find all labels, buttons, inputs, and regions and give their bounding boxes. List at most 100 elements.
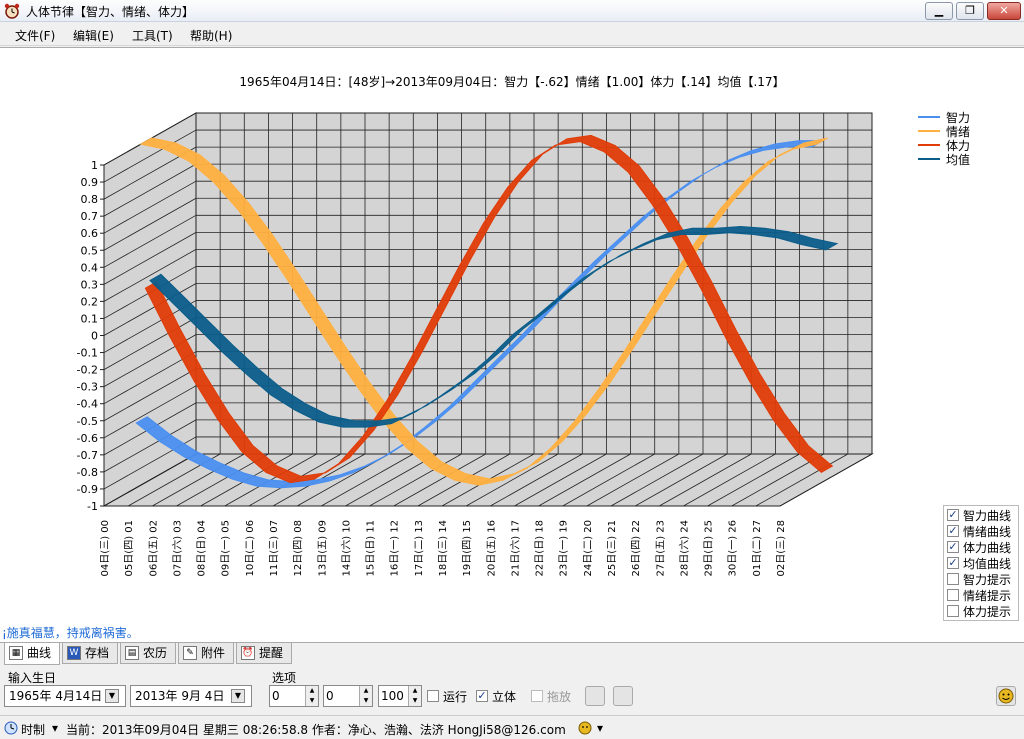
x-tick-label: 20日(五) 16 <box>486 520 497 576</box>
legend-label: 均值 <box>946 153 971 167</box>
checkbox[interactable] <box>531 690 543 702</box>
option-average-curve[interactable]: ✓ 均值曲线 <box>947 555 1019 571</box>
clock-mode-label[interactable]: 时制 <box>21 721 45 738</box>
tab-archive[interactable]: W 存档 <box>62 643 118 664</box>
y-tick-label: 1 <box>91 159 98 172</box>
spin-input-2[interactable]: 0 ▲ ▼ <box>323 685 373 707</box>
maximize-button[interactable]: ❐ <box>956 2 984 20</box>
option-emotion-curve[interactable]: ✓ 情绪曲线 <box>947 523 1019 539</box>
stereo-checkbox[interactable]: ✓ 立体 <box>476 688 520 704</box>
checkbox[interactable] <box>947 589 959 601</box>
x-tick-label: 06日(五) 02 <box>148 520 159 576</box>
alarm-clock-icon: ⏰ <box>241 646 255 660</box>
birth-group-label: 输入生日 <box>8 671 57 685</box>
menu-bar: 文件(F) 编辑(E) 工具(T) 帮助(H) <box>0 22 1024 46</box>
x-tick-label: 04日(三) 00 <box>100 520 111 576</box>
spin-input-3[interactable]: 100 ▲ ▼ <box>378 685 422 707</box>
y-tick-label: 0.1 <box>81 312 99 325</box>
checkbox[interactable] <box>947 605 959 617</box>
option-physical-curve[interactable]: ✓ 体力曲线 <box>947 539 1019 555</box>
toolbar-button-2[interactable] <box>613 686 633 706</box>
y-tick-label: 0.7 <box>81 210 99 223</box>
legend-swatch <box>918 116 940 118</box>
spin-input-1[interactable]: 0 ▲ ▼ <box>269 685 319 707</box>
x-tick-label: 01日(二) 27 <box>752 520 763 576</box>
emoji-icon[interactable] <box>996 686 1016 706</box>
checkbox[interactable]: ✓ <box>947 509 959 521</box>
tab-curve[interactable]: ▦ 曲线 <box>4 643 60 665</box>
birth-date-picker[interactable]: 1965年 4月14日 ▼ <box>4 685 126 707</box>
minimize-button[interactable]: ▁ <box>925 2 953 20</box>
y-tick-label: -0.4 <box>77 398 98 411</box>
y-tick-label: 0.6 <box>81 227 99 240</box>
x-tick-label: 07日(六) 03 <box>171 520 183 576</box>
checkbox[interactable]: ✓ <box>476 690 488 702</box>
x-tick-label: 18日(三) 14 <box>438 520 449 576</box>
y-tick-label: -0.5 <box>77 415 98 428</box>
x-tick-label: 14日(六) 10 <box>340 520 352 576</box>
tab-reminder[interactable]: ⏰ 提醒 <box>236 643 292 664</box>
x-tick-label: 12日(四) 08 <box>293 520 304 576</box>
attachment-icon: ✎ <box>183 646 197 660</box>
x-tick-label: 10日(二) 06 <box>245 520 256 576</box>
y-tick-label: -0.1 <box>77 347 98 360</box>
y-tick-label: 0 <box>91 330 98 343</box>
spin-arrows-icon[interactable]: ▲ ▼ <box>305 686 318 706</box>
spin-arrows-icon[interactable]: ▲ ▼ <box>408 686 421 706</box>
y-tick-label: 0.2 <box>81 295 99 308</box>
menu-tools[interactable]: 工具(T) <box>132 27 173 44</box>
option-emotion-hint[interactable]: 情绪提示 <box>947 587 1019 603</box>
menu-help[interactable]: 帮助(H) <box>190 27 232 44</box>
y-tick-label: -0.3 <box>77 381 98 394</box>
x-tick-label: 09日(一) 05 <box>221 520 232 576</box>
y-tick-label: -0.7 <box>77 449 98 462</box>
y-tick-label: 0.4 <box>81 261 99 274</box>
x-tick-label: 13日(五) 09 <box>317 520 328 576</box>
status-bar: 时制 ▾ 当前：2013年09月04日 星期三 08:26:58.8 作者：净心… <box>0 715 1024 739</box>
x-tick-label: 23日(一) 19 <box>559 520 570 576</box>
checkbox[interactable] <box>947 573 959 585</box>
target-date-picker[interactable]: 2013年 9月 4日 ▼ <box>130 685 252 707</box>
legend-swatch <box>918 144 940 146</box>
menu-file[interactable]: 文件(F) <box>15 27 55 44</box>
run-checkbox[interactable]: 运行 <box>427 688 471 704</box>
legend-swatch <box>918 158 940 160</box>
x-tick-label: 24日(二) 20 <box>583 520 594 576</box>
window-title: 人体节律【智力、情绪、体力】 <box>26 5 195 19</box>
calendar-dropdown-icon[interactable]: ▼ <box>231 689 245 703</box>
toolbar-button-1[interactable] <box>585 686 605 706</box>
y-tick-label: -0.6 <box>77 432 98 445</box>
x-tick-label: 28日(六) 24 <box>678 520 690 576</box>
x-tick-label: 22日(日) 18 <box>535 520 546 576</box>
clock-icon[interactable] <box>4 721 18 735</box>
dropdown-icon[interactable]: ▾ <box>597 721 603 735</box>
tab-lunar[interactable]: ▤ 农历 <box>120 643 176 664</box>
x-tick-label: 05日(四) 01 <box>124 520 135 576</box>
chart-area: 1965年04月14日：[48岁]→2013年09月04日：智力【-.62】情绪… <box>0 47 1024 642</box>
option-physical-hint[interactable]: 体力提示 <box>947 603 1019 619</box>
checkbox[interactable]: ✓ <box>947 541 959 553</box>
x-tick-label: 21日(六) 17 <box>509 520 521 576</box>
drag-checkbox[interactable]: 拖放 <box>531 688 575 704</box>
checkbox[interactable]: ✓ <box>947 557 959 569</box>
emoji-icon[interactable] <box>578 721 592 735</box>
x-tick-label: 26日(四) 22 <box>631 520 642 576</box>
checkbox[interactable]: ✓ <box>947 525 959 537</box>
close-button[interactable]: ✕ <box>987 2 1021 20</box>
x-tick-label: 17日(二) 13 <box>414 520 425 576</box>
status-text: 当前：2013年09月04日 星期三 08:26:58.8 作者：净心、浩瀚、法… <box>66 723 566 737</box>
spin-arrows-icon[interactable]: ▲ ▼ <box>359 686 372 706</box>
tab-bar: ▦ 曲线 W 存档 ▤ 农历 ✎ 附件 ⏰ 提醒 <box>0 642 1024 665</box>
legend-swatch <box>918 130 940 132</box>
y-tick-label: -1 <box>87 500 98 513</box>
chart-icon: ▦ <box>9 646 23 660</box>
menu-edit[interactable]: 编辑(E) <box>73 27 114 44</box>
calendar-dropdown-icon[interactable]: ▼ <box>105 689 119 703</box>
clock-dropdown-icon[interactable]: ▾ <box>52 721 58 735</box>
curve-options-panel: ✓ 智力曲线 ✓ 情绪曲线 ✓ 体力曲线 ✓ 均值曲线 智力提示 情绪提示 体力提示 <box>943 505 1019 621</box>
checkbox[interactable] <box>427 690 439 702</box>
option-intellect-curve[interactable]: ✓ 智力曲线 <box>947 507 1019 523</box>
option-intellect-hint[interactable]: 智力提示 <box>947 571 1019 587</box>
x-tick-label: 19日(四) 15 <box>462 520 473 576</box>
tab-attachment[interactable]: ✎ 附件 <box>178 643 234 664</box>
